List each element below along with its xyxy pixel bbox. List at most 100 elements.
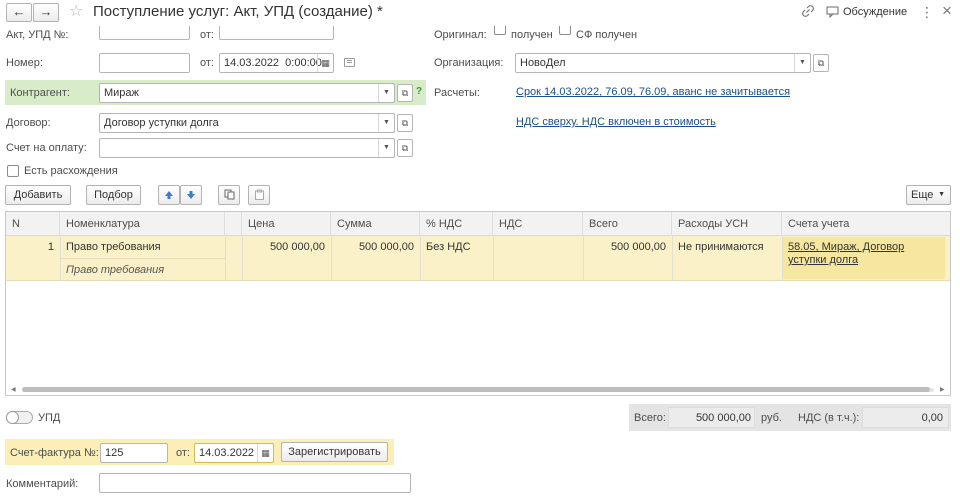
- schet-label: Счет на оплату:: [6, 142, 87, 154]
- col-price[interactable]: Цена: [242, 212, 331, 236]
- act-label: Акт, УПД №:: [6, 29, 69, 41]
- original-label: Оригинал:: [434, 29, 487, 41]
- schet-field[interactable]: ▼: [99, 138, 395, 158]
- cell-nomenclature[interactable]: Право требования: [66, 241, 222, 253]
- total-label: Всего:: [634, 412, 666, 424]
- kontragent-open-icon[interactable]: ⧉: [397, 84, 413, 102]
- original-received-label: получен: [511, 29, 553, 41]
- calendar-icon[interactable]: ▦: [317, 54, 333, 72]
- number-label: Номер:: [6, 57, 43, 69]
- col-nomenclature[interactable]: Номенклатура: [60, 212, 225, 236]
- table-header: N Номенклатура Цена Сумма % НДС НДС Всег…: [6, 212, 950, 236]
- invoice-date-value: 14.03.2022: [199, 447, 255, 459]
- raschety-link[interactable]: Срок 14.03.2022, 76.09, 76.09, аванс не …: [516, 86, 790, 98]
- date-field[interactable]: 14.03.2022 0:00:00 ▦: [219, 53, 334, 73]
- move-up-button[interactable]: [158, 185, 180, 205]
- more-actions-icon[interactable]: ⋮: [920, 4, 934, 20]
- col-sum[interactable]: Сумма: [331, 212, 420, 236]
- discrepancy-checkbox[interactable]: [7, 165, 19, 177]
- kontragent-value: Мираж: [104, 87, 139, 99]
- comment-field[interactable]: [99, 473, 411, 493]
- more-label: Еще: [911, 189, 934, 201]
- paste-row-button[interactable]: [248, 185, 270, 205]
- cell-n: 1: [47, 241, 54, 253]
- back-button[interactable]: ←: [6, 3, 32, 22]
- paste-icon: [254, 189, 264, 200]
- sf-received-checkbox[interactable]: [559, 26, 571, 35]
- col-accounts[interactable]: Счета учета: [782, 212, 950, 236]
- copy-icon: [224, 189, 234, 200]
- scroll-right-icon[interactable]: ▶: [940, 386, 945, 393]
- invoice-calendar-icon[interactable]: ▦: [257, 444, 273, 462]
- act-number-field[interactable]: [99, 26, 190, 40]
- forward-button[interactable]: →: [33, 3, 59, 22]
- dogovor-label: Договор:: [6, 117, 51, 129]
- more-dropdown-icon: ▼: [938, 191, 945, 198]
- act-ot-label: от:: [200, 29, 214, 41]
- dogovor-field[interactable]: Договор уступки долга ▼: [99, 113, 395, 133]
- invoice-label: Счет-фактура №:: [10, 447, 99, 459]
- select-button[interactable]: Подбор: [86, 185, 141, 205]
- cell-total[interactable]: 500 000,00: [583, 241, 666, 253]
- discussion-icon: [826, 6, 839, 18]
- cell-usn[interactable]: Не принимаются: [678, 241, 780, 253]
- dogovor-dropdown-icon[interactable]: ▼: [378, 114, 394, 132]
- organization-open-icon[interactable]: ⧉: [813, 54, 829, 72]
- col-total[interactable]: Всего: [583, 212, 672, 236]
- horizontal-scrollbar[interactable]: ◀ ▶: [6, 384, 950, 395]
- cell-accounts[interactable]: 58.05, Мираж, Договор уступки долга: [788, 241, 942, 267]
- register-button[interactable]: Зарегистрировать: [281, 442, 388, 462]
- star-icon[interactable]: ☆: [69, 3, 83, 21]
- add-button[interactable]: Добавить: [5, 185, 71, 205]
- organization-dropdown-icon[interactable]: ▼: [794, 54, 810, 72]
- number-field[interactable]: [99, 53, 190, 73]
- window-title: Поступление услуг: Акт, УПД (создание) *: [93, 3, 383, 20]
- date-value: 14.03.2022 0:00:00: [224, 57, 322, 69]
- more-button[interactable]: Еще ▼: [906, 185, 951, 205]
- title-bar: ← → ☆ Поступление услуг: Акт, УПД (созда…: [0, 0, 960, 26]
- move-down-button[interactable]: [180, 185, 202, 205]
- goods-table: N Номенклатура Цена Сумма % НДС НДС Всег…: [5, 211, 951, 396]
- invoice-date-field[interactable]: 14.03.2022 ▦: [194, 443, 274, 463]
- discussion-label: Обсуждение: [843, 6, 908, 18]
- cell-vat-rate[interactable]: Без НДС: [426, 241, 490, 253]
- scroll-thumb[interactable]: [22, 387, 930, 392]
- comment-label: Комментарий:: [6, 478, 79, 490]
- total-value: 500 000,00: [695, 412, 751, 424]
- table-row[interactable]: 1 Право требования Право требования 500 …: [6, 236, 950, 281]
- schet-open-icon[interactable]: ⧉: [397, 139, 413, 157]
- scroll-left-icon[interactable]: ◀: [11, 386, 16, 393]
- row-sub-divider: [60, 258, 225, 259]
- discussion-button[interactable]: Обсуждение: [826, 4, 907, 20]
- cell-sum[interactable]: 500 000,00: [331, 241, 414, 253]
- kontragent-help-icon[interactable]: ?: [416, 86, 422, 97]
- invoice-ot-label: от:: [176, 447, 190, 459]
- col-vat-rate[interactable]: % НДС: [420, 212, 493, 236]
- raschety-label: Расчеты:: [434, 87, 480, 99]
- col-usn[interactable]: Расходы УСН: [672, 212, 782, 236]
- invoice-number-field[interactable]: 125: [100, 443, 168, 463]
- copy-row-button[interactable]: [218, 185, 240, 205]
- nds-link[interactable]: НДС сверху. НДС включен в стоимость: [516, 116, 716, 128]
- act-date-field[interactable]: [219, 26, 334, 40]
- organization-value: НовоДел: [520, 57, 566, 69]
- kontragent-dropdown-icon[interactable]: ▼: [378, 84, 394, 102]
- notes-icon[interactable]: [344, 58, 355, 67]
- col-n[interactable]: N: [6, 212, 60, 236]
- organization-field[interactable]: НовоДел ▼: [515, 53, 811, 73]
- cell-price[interactable]: 500 000,00: [242, 241, 325, 253]
- cell-nomenclature-sub[interactable]: Право требования: [66, 264, 222, 276]
- schet-dropdown-icon[interactable]: ▼: [378, 139, 394, 157]
- currency-label: руб.: [761, 412, 782, 424]
- link-icon[interactable]: [801, 4, 815, 18]
- original-received-checkbox[interactable]: [494, 26, 506, 35]
- close-icon[interactable]: ×: [942, 2, 952, 20]
- discrepancy-label: Есть расхождения: [24, 165, 118, 177]
- dogovor-open-icon[interactable]: ⧉: [397, 114, 413, 132]
- date-ot-label: от:: [200, 57, 214, 69]
- upd-toggle[interactable]: [6, 411, 33, 424]
- col-vat[interactable]: НДС: [493, 212, 583, 236]
- organization-label: Организация:: [434, 57, 504, 69]
- kontragent-field[interactable]: Мираж ▼: [99, 83, 395, 103]
- arrow-up-icon: [165, 191, 173, 199]
